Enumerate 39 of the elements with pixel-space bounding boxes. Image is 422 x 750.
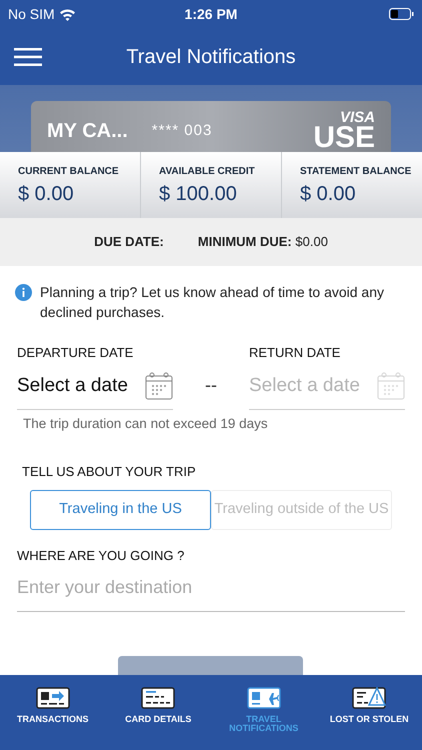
card-brand-text: VISA bbox=[340, 110, 375, 124]
tab-item[interactable]: CARD DETAILS bbox=[106, 675, 211, 750]
clock-text: 1:26 PM bbox=[184, 4, 238, 24]
date-separator: -- bbox=[204, 374, 218, 397]
battery-icon bbox=[389, 8, 414, 20]
page-title: Travel Notifications bbox=[125, 44, 297, 70]
destination-label: WHERE ARE YOU GOING ? bbox=[17, 547, 186, 566]
card-number: **** 003 bbox=[152, 120, 212, 141]
calendar-icon bbox=[145, 372, 173, 400]
card-icon bbox=[141, 687, 176, 709]
menu-button[interactable] bbox=[14, 48, 42, 66]
wifi-icon bbox=[58, 8, 76, 20]
tab-item[interactable]: TRAVEL NOTIFICATIONS bbox=[211, 675, 316, 750]
card-name: MY CA... bbox=[47, 119, 128, 144]
balance-label: STATEMENT BALANCE bbox=[300, 165, 412, 179]
hint-text: The trip duration can not exceed 19 days bbox=[23, 414, 269, 433]
balance-label: AVAILABLE CREDIT bbox=[159, 165, 256, 179]
balance-label: CURRENT BALANCE bbox=[18, 165, 120, 179]
calendar-icon bbox=[377, 372, 405, 400]
credit-card[interactable]: MY CA... **** 003 VISA USE bbox=[31, 101, 391, 152]
tab-item[interactable]: TRANSACTIONS bbox=[0, 675, 106, 750]
date-field[interactable]: Select a date bbox=[17, 366, 173, 410]
date-label: RETURN DATE bbox=[249, 344, 342, 362]
minimum-due-label: MINIMUM DUE: bbox=[198, 234, 292, 250]
carrier-text: No SIM bbox=[8, 4, 55, 24]
card-logo-text: USE bbox=[313, 124, 375, 152]
tab-item[interactable]: LOST OR STOLEN bbox=[316, 675, 422, 750]
minimum-due-value: $0.00 bbox=[295, 234, 328, 250]
date-label: DEPARTURE DATE bbox=[17, 344, 134, 362]
trip-option[interactable]: Traveling in the US bbox=[30, 490, 211, 530]
trip-label: TELL US ABOUT YOUR TRIP bbox=[22, 462, 197, 481]
info-icon bbox=[15, 284, 32, 301]
card-warning-icon bbox=[352, 687, 386, 709]
balance-value: $ 100.00 bbox=[159, 182, 238, 207]
info-text: Planning a trip? Let us know ahead of time to avoid any declined purchases. bbox=[40, 283, 385, 322]
due-date-label: DUE DATE: bbox=[94, 233, 164, 252]
balance-value: $ 0.00 bbox=[300, 182, 357, 207]
card-plane-icon bbox=[246, 687, 281, 709]
balance-value: $ 0.00 bbox=[18, 182, 75, 207]
